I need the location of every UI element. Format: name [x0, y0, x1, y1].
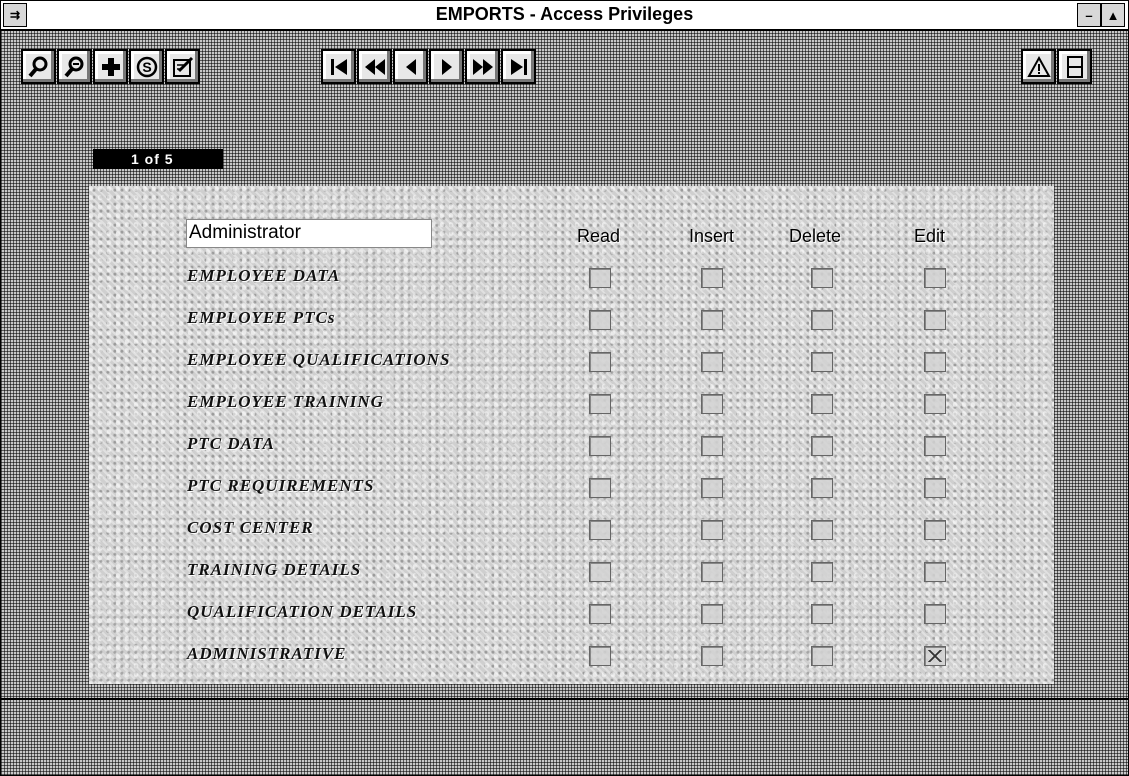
column-header-delete: Delete	[789, 226, 842, 246]
insert-checkbox[interactable]	[701, 394, 723, 414]
first-record-icon[interactable]	[321, 49, 356, 84]
edit-checkbox[interactable]	[924, 562, 946, 582]
window-title: EMPORTS - Access Privileges	[435, 4, 694, 24]
privilege-row-label: EMPLOYEE DATA	[187, 266, 341, 285]
edit-checkbox[interactable]	[924, 268, 946, 288]
edit-checkbox[interactable]	[924, 520, 946, 540]
insert-checkbox[interactable]	[701, 520, 723, 540]
maximize-icon[interactable]: ▲	[1101, 3, 1125, 27]
privilege-row-label: TRAINING DETAILS	[187, 560, 362, 579]
column-header-insert: Insert	[689, 226, 735, 246]
svg-text:S: S	[142, 59, 151, 75]
insert-checkbox[interactable]	[701, 646, 723, 666]
delete-checkbox[interactable]	[811, 646, 833, 666]
record-indicator: 1 of 5	[93, 149, 223, 169]
find-icon[interactable]	[21, 49, 56, 84]
read-checkbox[interactable]	[589, 478, 611, 498]
read-checkbox[interactable]	[589, 520, 611, 540]
read-checkbox[interactable]	[589, 604, 611, 624]
add-record-icon[interactable]	[93, 49, 128, 84]
edit-checkbox[interactable]	[924, 646, 946, 666]
app-window: ⇉ EMPORTS - Access Privileges – ▲ S 1 of…	[0, 0, 1129, 776]
minimize-icon[interactable]: –	[1077, 3, 1101, 27]
access-privileges-form: Administrator Read Insert Delete Edit EM…	[89, 186, 1054, 684]
insert-checkbox[interactable]	[701, 604, 723, 624]
read-checkbox[interactable]	[589, 352, 611, 372]
read-checkbox[interactable]	[589, 310, 611, 330]
read-checkbox[interactable]	[589, 562, 611, 582]
delete-checkbox[interactable]	[811, 478, 833, 498]
privilege-row-label: QUALIFICATION DETAILS	[187, 602, 418, 621]
edit-checkbox[interactable]	[924, 394, 946, 414]
title-bar: ⇉ EMPORTS - Access Privileges – ▲	[1, 1, 1128, 31]
privilege-row-label: COST CENTER	[187, 518, 314, 537]
previous-record-icon[interactable]	[393, 49, 428, 84]
edit-icon[interactable]	[165, 49, 200, 84]
edit-checkbox[interactable]	[924, 604, 946, 624]
edit-checkbox[interactable]	[924, 478, 946, 498]
read-checkbox[interactable]	[589, 394, 611, 414]
warning-icon[interactable]	[1021, 49, 1056, 84]
fast-forward-icon[interactable]	[465, 49, 500, 84]
insert-checkbox[interactable]	[701, 436, 723, 456]
delete-checkbox[interactable]	[811, 436, 833, 456]
privilege-row-label: PTC DATA	[187, 434, 275, 453]
read-checkbox[interactable]	[589, 436, 611, 456]
save-icon[interactable]: S	[129, 49, 164, 84]
insert-checkbox[interactable]	[701, 478, 723, 498]
insert-checkbox[interactable]	[701, 268, 723, 288]
privilege-row-label: ADMINISTRATIVE	[187, 644, 347, 663]
next-record-icon[interactable]	[429, 49, 464, 84]
delete-checkbox[interactable]	[811, 268, 833, 288]
privilege-row-label: EMPLOYEE TRAINING	[187, 392, 384, 411]
edit-checkbox[interactable]	[924, 310, 946, 330]
delete-checkbox[interactable]	[811, 394, 833, 414]
privilege-row-label: EMPLOYEE PTCs	[187, 308, 336, 327]
rewind-icon[interactable]	[357, 49, 392, 84]
delete-checkbox[interactable]	[811, 562, 833, 582]
zoom-icon[interactable]	[57, 49, 92, 84]
delete-checkbox[interactable]	[811, 310, 833, 330]
delete-checkbox[interactable]	[811, 352, 833, 372]
divider	[1, 698, 1128, 700]
insert-checkbox[interactable]	[701, 562, 723, 582]
last-record-icon[interactable]	[501, 49, 536, 84]
insert-checkbox[interactable]	[701, 310, 723, 330]
delete-checkbox[interactable]	[811, 604, 833, 624]
insert-checkbox[interactable]	[701, 352, 723, 372]
layout-icon[interactable]	[1057, 49, 1092, 84]
column-header-read: Read	[577, 226, 621, 246]
column-header-edit: Edit	[914, 226, 946, 246]
read-checkbox[interactable]	[589, 646, 611, 666]
edit-checkbox[interactable]	[924, 352, 946, 372]
read-checkbox[interactable]	[589, 268, 611, 288]
delete-checkbox[interactable]	[811, 520, 833, 540]
toolbar: S	[1, 31, 1128, 109]
edit-checkbox[interactable]	[924, 436, 946, 456]
role-field[interactable]: Administrator	[186, 219, 432, 248]
privilege-row-label: EMPLOYEE QUALIFICATIONS	[187, 350, 451, 369]
privilege-row-label: PTC REQUIREMENTS	[187, 476, 375, 495]
